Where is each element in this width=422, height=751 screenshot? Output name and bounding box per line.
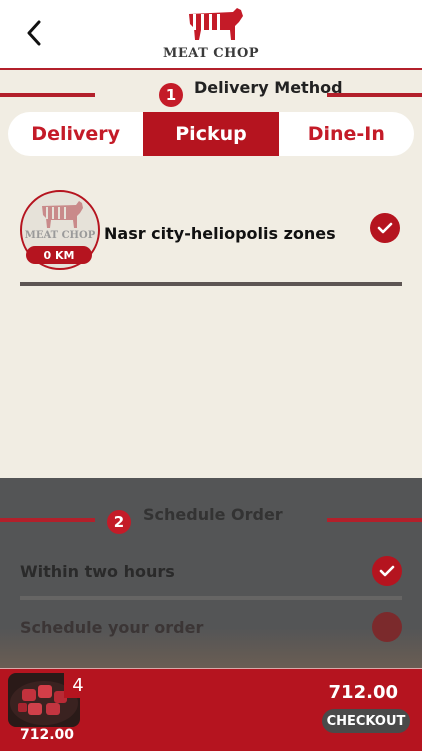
section-title: Schedule Order <box>143 505 283 524</box>
step-badge: 1 <box>159 83 183 107</box>
tab-delivery[interactable]: Delivery <box>8 112 143 156</box>
section-title: Delivery Method <box>194 78 343 97</box>
option-within-two-hours[interactable]: Within two hours <box>20 554 402 590</box>
cart-total: 712.00 <box>328 682 398 703</box>
section-divider-left <box>0 518 95 522</box>
cart-thumb-total: 712.00 <box>20 727 75 743</box>
branch-logo-text: MEAT CHOP <box>24 230 96 241</box>
back-button[interactable] <box>20 18 48 48</box>
branch-item[interactable]: MEAT CHOP 0 KM Nasr city-heliopolis zone… <box>20 190 402 288</box>
section-divider-right <box>327 518 422 522</box>
branch-selected-check[interactable] <box>370 213 400 243</box>
header-divider <box>0 68 422 70</box>
option-selected-check[interactable] <box>372 556 402 586</box>
section-divider-left <box>0 93 95 97</box>
chevron-left-icon <box>27 20 41 46</box>
cow-icon <box>189 8 243 40</box>
logo-text: MEAT CHOP <box>162 46 260 61</box>
option-schedule-your-order[interactable]: Schedule your order <box>20 610 402 646</box>
checkout-button[interactable]: CHECKOUT <box>322 709 410 733</box>
check-icon <box>377 222 393 234</box>
option-label: Within two hours <box>20 562 175 581</box>
option-radio-unselected[interactable] <box>372 612 402 642</box>
tab-pickup[interactable]: Pickup <box>143 112 279 156</box>
tab-dine-in[interactable]: Dine-In <box>279 112 414 156</box>
distance-badge: 0 KM <box>26 246 92 264</box>
cart-count-badge: 4 <box>64 672 92 698</box>
step-badge: 2 <box>107 510 131 534</box>
check-icon <box>379 565 395 577</box>
branch-divider <box>20 282 402 286</box>
option-label: Schedule your order <box>20 618 204 637</box>
branch-name: Nasr city-heliopolis zones <box>104 224 336 243</box>
app-header: MEAT CHOP <box>0 0 422 70</box>
meat-chop-logo: MEAT CHOP <box>161 4 261 66</box>
delivery-method-tabs: Delivery Pickup Dine-In <box>8 112 414 156</box>
option-divider <box>20 596 402 600</box>
